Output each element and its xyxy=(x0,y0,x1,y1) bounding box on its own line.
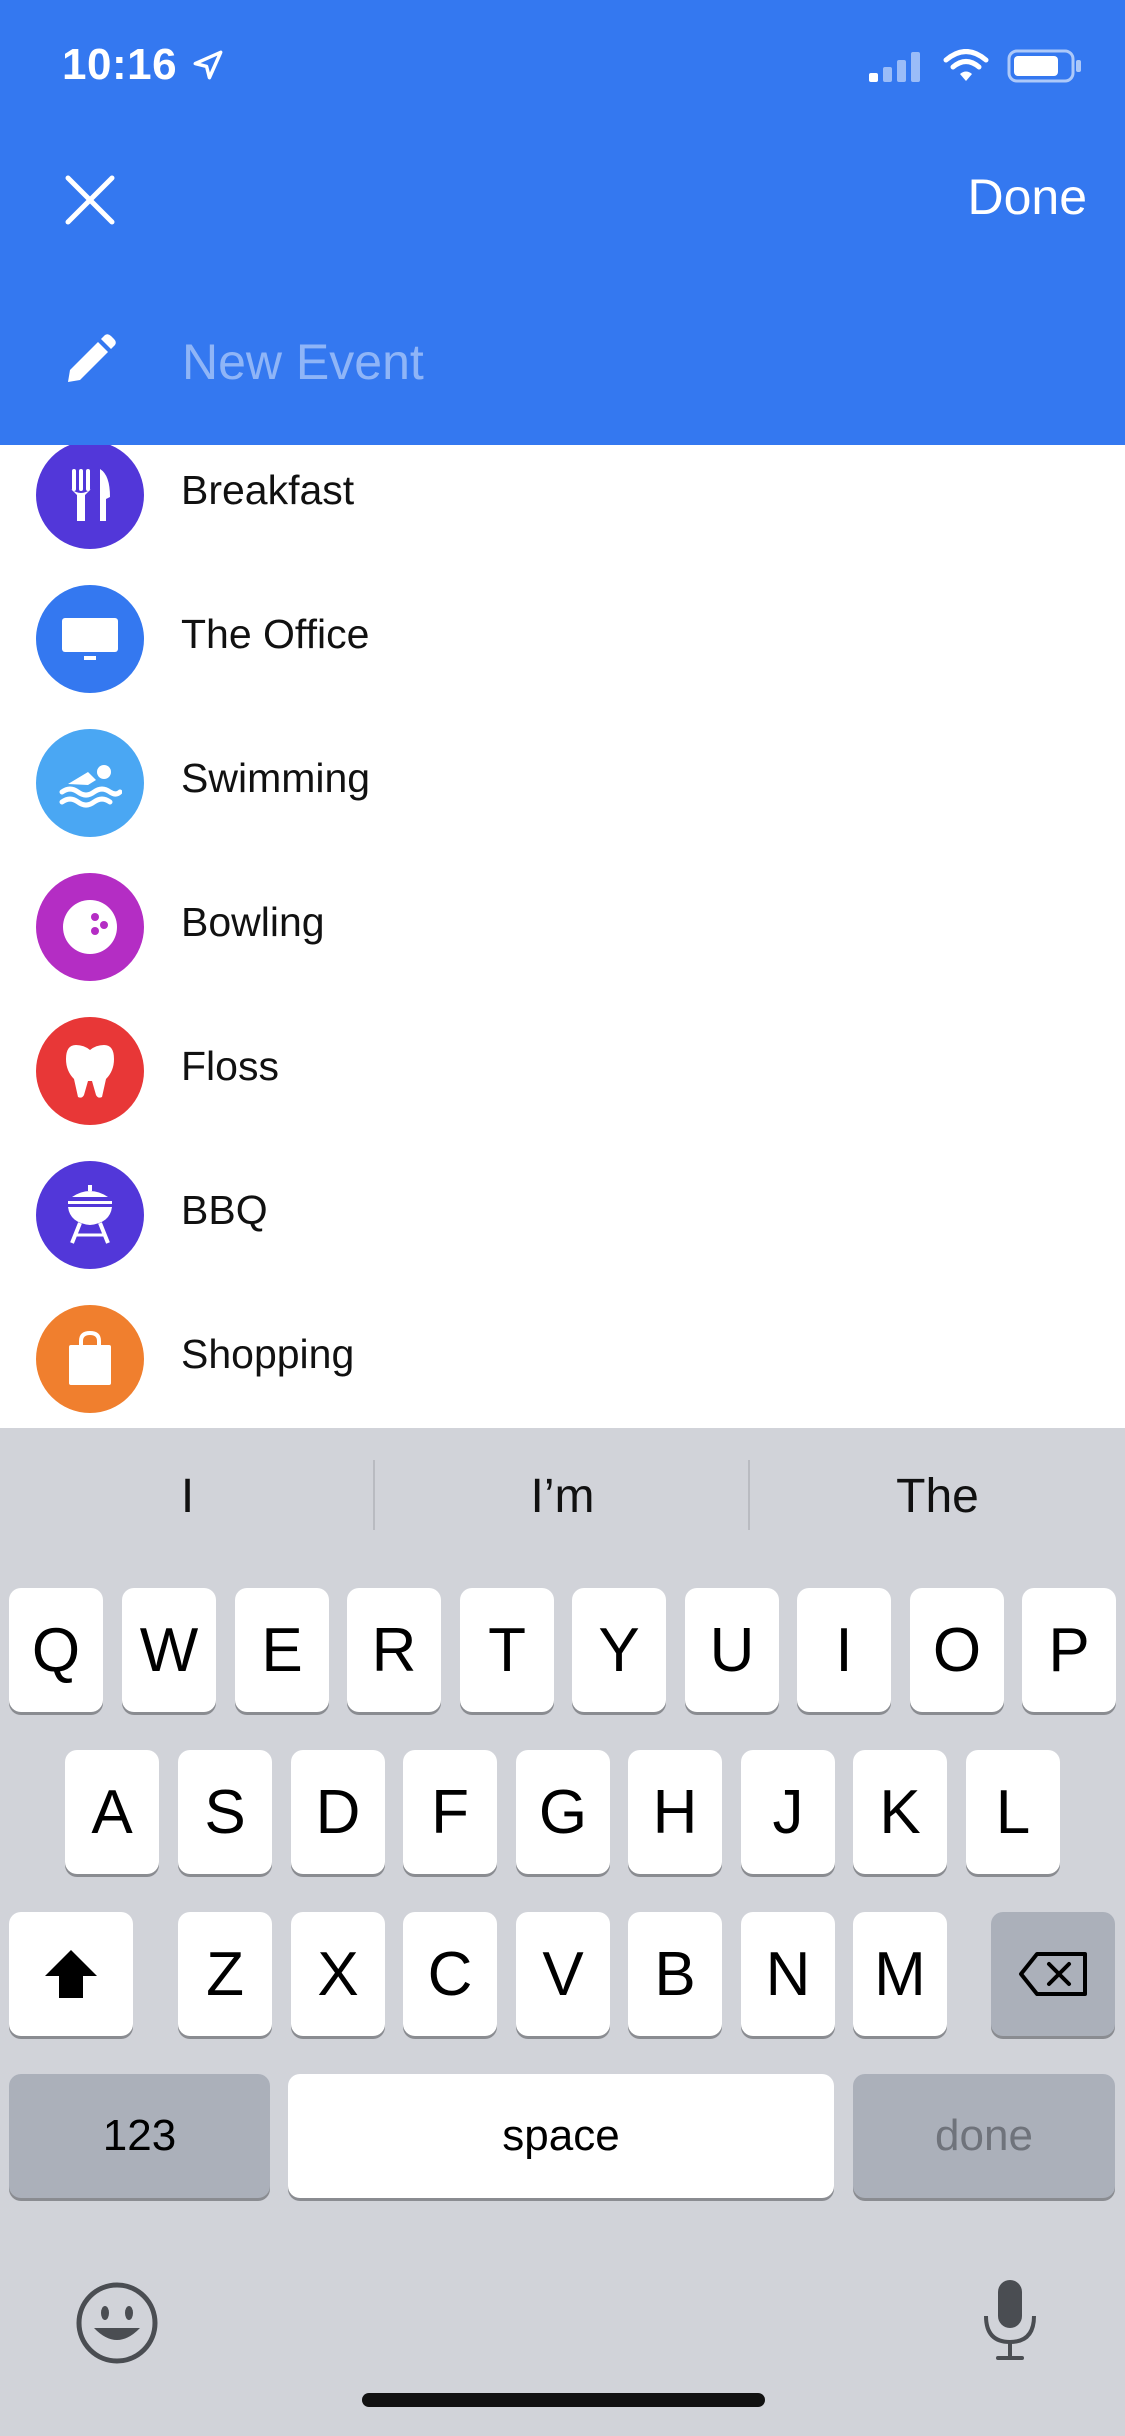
list-item-label: The Office xyxy=(181,611,370,657)
key-t[interactable]: T xyxy=(460,1588,554,1712)
delete-key[interactable] xyxy=(991,1912,1115,2036)
list-item-label: Floss xyxy=(181,1043,279,1089)
key-h[interactable]: H xyxy=(628,1750,722,1874)
key-f[interactable]: F xyxy=(403,1750,497,1874)
key-m[interactable]: M xyxy=(853,1912,947,2036)
shopping-bag-icon xyxy=(36,1305,144,1413)
list-item-breakfast[interactable]: Breakfast xyxy=(0,445,1125,567)
close-icon xyxy=(65,175,115,225)
fork-knife-icon xyxy=(36,445,144,549)
list-item-bowling[interactable]: Bowling xyxy=(0,855,1125,999)
return-key[interactable]: done xyxy=(853,2074,1115,2198)
done-button[interactable]: Done xyxy=(967,168,1087,226)
wifi-icon xyxy=(943,49,989,81)
key-k[interactable]: K xyxy=(853,1750,947,1874)
bbq-grill-icon xyxy=(36,1161,144,1269)
key-q[interactable]: Q xyxy=(9,1588,103,1712)
keyboard: I I’m The Q W E R T Y U I O P A S D F G … xyxy=(0,1428,1125,2436)
emoji-button[interactable] xyxy=(70,2276,164,2370)
key-z[interactable]: Z xyxy=(178,1912,272,2036)
key-n[interactable]: N xyxy=(741,1912,835,2036)
location-arrow-icon xyxy=(193,50,223,80)
space-key[interactable]: space xyxy=(288,2074,834,2198)
signal-icon xyxy=(869,52,920,82)
prediction-3[interactable]: The xyxy=(750,1428,1125,1564)
suggestion-list: Breakfast The Office Swimming Bowling Fl… xyxy=(0,445,1125,1428)
key-d[interactable]: D xyxy=(291,1750,385,1874)
list-item-label: Swimming xyxy=(181,755,371,801)
key-y[interactable]: Y xyxy=(572,1588,666,1712)
backspace-icon xyxy=(1019,1952,1087,1996)
key-a[interactable]: A xyxy=(65,1750,159,1874)
event-title-row xyxy=(0,320,1125,420)
key-i[interactable]: I xyxy=(797,1588,891,1712)
pencil-icon xyxy=(68,334,116,382)
emoji-icon xyxy=(76,2282,158,2364)
list-item-the-office[interactable]: The Office xyxy=(0,567,1125,711)
key-p[interactable]: P xyxy=(1022,1588,1116,1712)
prediction-1[interactable]: I xyxy=(0,1428,375,1564)
key-c[interactable]: C xyxy=(403,1912,497,2036)
status-icons xyxy=(867,48,1083,84)
numbers-key[interactable]: 123 xyxy=(9,2074,270,2198)
list-item-bbq[interactable]: BBQ xyxy=(0,1143,1125,1287)
key-x[interactable]: X xyxy=(291,1912,385,2036)
home-indicator[interactable] xyxy=(362,2393,765,2407)
key-g[interactable]: G xyxy=(516,1750,610,1874)
key-s[interactable]: S xyxy=(178,1750,272,1874)
key-b[interactable]: B xyxy=(628,1912,722,2036)
list-item-swimming[interactable]: Swimming xyxy=(0,711,1125,855)
time-text: 10:16 xyxy=(62,40,178,89)
shift-icon xyxy=(45,1950,97,1998)
bowling-ball-icon xyxy=(36,873,144,981)
dictation-button[interactable] xyxy=(970,2270,1050,2370)
key-e[interactable]: E xyxy=(235,1588,329,1712)
shift-key[interactable] xyxy=(9,1912,133,2036)
microphone-icon xyxy=(984,2280,1036,2360)
swimmer-icon xyxy=(36,729,144,837)
key-w[interactable]: W xyxy=(122,1588,216,1712)
key-u[interactable]: U xyxy=(685,1588,779,1712)
prediction-2[interactable]: I’m xyxy=(375,1428,750,1564)
key-r[interactable]: R xyxy=(347,1588,441,1712)
event-title-input[interactable] xyxy=(180,326,1044,398)
header: 10:16 Done xyxy=(0,0,1125,445)
list-item-floss[interactable]: Floss xyxy=(0,999,1125,1143)
prediction-bar: I I’m The xyxy=(0,1428,1125,1564)
close-button[interactable] xyxy=(50,160,130,240)
list-item-label: Breakfast xyxy=(181,467,355,513)
battery-icon xyxy=(1007,49,1081,83)
tooth-icon xyxy=(36,1017,144,1125)
list-item-shopping[interactable]: Shopping xyxy=(0,1287,1125,1428)
key-v[interactable]: V xyxy=(516,1912,610,2036)
list-item-label: BBQ xyxy=(181,1187,268,1233)
list-item-label: Bowling xyxy=(181,899,325,945)
key-o[interactable]: O xyxy=(910,1588,1004,1712)
status-time: 10:16 xyxy=(62,40,225,90)
list-item-label: Shopping xyxy=(181,1331,355,1377)
tv-icon xyxy=(36,585,144,693)
key-l[interactable]: L xyxy=(966,1750,1060,1874)
key-j[interactable]: J xyxy=(741,1750,835,1874)
